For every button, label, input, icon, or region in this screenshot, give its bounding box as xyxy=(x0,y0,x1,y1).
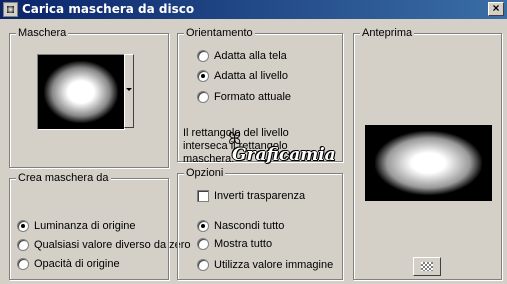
radio-label: Adatta al livello xyxy=(214,70,288,82)
close-button[interactable]: × xyxy=(488,2,504,16)
options-group: Opzioni Inverti trasparenza Nascondi tut… xyxy=(177,167,343,280)
preview-group: Anteprima xyxy=(353,27,502,280)
preview-background-button[interactable] xyxy=(413,257,441,276)
checkbox[interactable] xyxy=(197,190,209,202)
radio-button[interactable] xyxy=(17,220,29,232)
options-group-legend: Opzioni xyxy=(184,167,226,179)
radio-label: Opacità di origine xyxy=(34,258,120,270)
radio-label: Nascondi tutto xyxy=(214,220,285,232)
window-title: Carica maschera da disco xyxy=(22,2,195,16)
radio-button[interactable] xyxy=(197,50,209,62)
radio-label: Luminanza di origine xyxy=(34,220,136,232)
radio-button[interactable] xyxy=(197,259,209,271)
watermark-text: Graficamia xyxy=(232,145,336,165)
mask-group: Maschera xyxy=(9,27,169,168)
radio-label: Formato attuale xyxy=(214,91,292,103)
checkbox-label: Inverti trasparenza xyxy=(214,190,306,202)
preview-image xyxy=(365,125,492,201)
radio-label: Qualsiasi valore diverso da zero xyxy=(34,239,191,251)
radio-button[interactable] xyxy=(197,220,209,232)
radio-label: Utilizza valore immagine xyxy=(214,259,334,271)
title-bar: Carica maschera da disco × xyxy=(0,0,507,19)
create-mask-group: Crea maschera da Luminanza di origine Qu… xyxy=(9,172,191,280)
radio-button[interactable] xyxy=(17,258,29,270)
radio-button[interactable] xyxy=(197,70,209,82)
app-icon xyxy=(3,2,18,17)
orientation-group-legend: Orientamento xyxy=(184,27,255,39)
radio-button[interactable] xyxy=(197,238,209,250)
preview-group-legend: Anteprima xyxy=(360,27,415,39)
mask-thumbnail[interactable] xyxy=(37,54,125,130)
radio-label: Mostra tutto xyxy=(214,238,273,250)
radio-button[interactable] xyxy=(197,91,209,103)
mask-dropdown-button[interactable] xyxy=(124,54,134,128)
checkerboard-icon xyxy=(421,262,433,271)
radio-label: Adatta alla tela xyxy=(214,50,287,62)
radio-button[interactable] xyxy=(17,239,29,251)
mask-group-legend: Maschera xyxy=(16,27,69,39)
create-mask-group-legend: Crea maschera da xyxy=(16,172,111,184)
orientation-group: Orientamento Adatta alla tela Adatta al … xyxy=(177,27,343,165)
